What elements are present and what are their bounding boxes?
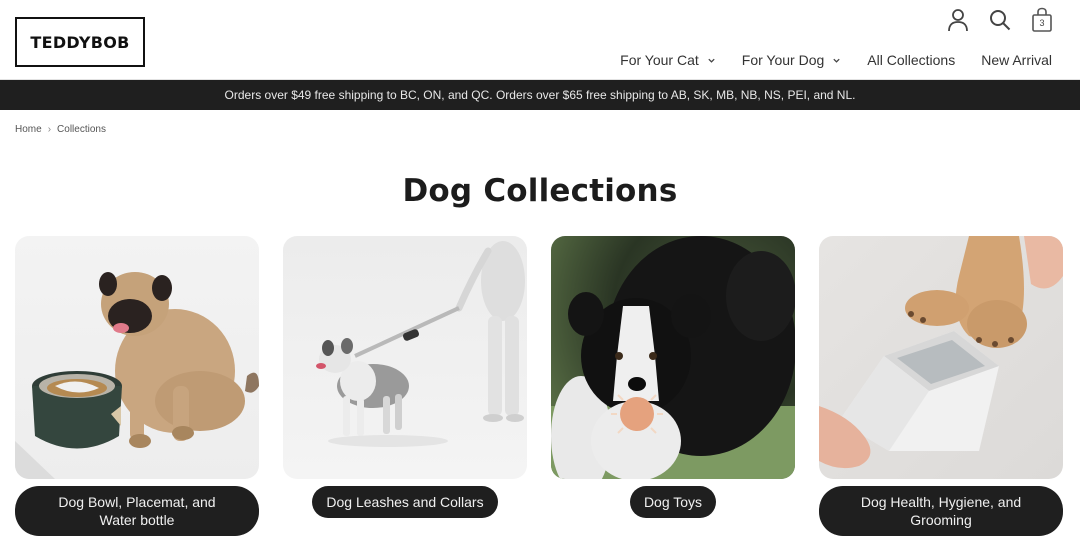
nav-all-collections[interactable]: All Collections — [867, 52, 955, 68]
cart-count-badge: 3 — [1039, 18, 1045, 28]
search-icon[interactable] — [988, 7, 1012, 33]
breadcrumb-home[interactable]: Home — [15, 124, 42, 135]
page-title: Dog Collections — [402, 173, 678, 209]
collection-card[interactable]: Dog Bowl, Placemat, and Water bottle — [15, 236, 259, 536]
collection-card[interactable]: Dog Leashes and Collars — [283, 236, 527, 536]
announcement-text: Orders over $49 free shipping to BC, ON,… — [224, 88, 856, 102]
chevron-down-icon — [833, 58, 840, 63]
announcement-bar: Orders over $49 free shipping to BC, ON,… — [0, 80, 1080, 110]
cart-icon[interactable]: 3 — [1030, 7, 1054, 33]
nav-label: All Collections — [867, 52, 956, 68]
collection-image-health[interactable] — [819, 236, 1063, 479]
site-header: TEDDYBOB 3 For Your Cat For Your Dog All… — [0, 0, 1080, 80]
breadcrumb-current: Collections — [57, 124, 106, 135]
collection-label[interactable]: Dog Bowl, Placemat, and Water bottle — [15, 486, 259, 536]
header-icons: 3 — [946, 7, 1054, 33]
nav-new-arrival[interactable]: New Arrival — [981, 52, 1052, 68]
collection-label[interactable]: Dog Leashes and Collars — [312, 486, 498, 518]
collection-label[interactable]: Dog Toys — [629, 486, 717, 518]
collection-card[interactable]: Dog Toys — [551, 236, 795, 536]
collection-image-bowl[interactable] — [15, 236, 259, 479]
collection-image-leash[interactable] — [283, 236, 527, 479]
main-nav: For Your Cat For Your Dog All Collection… — [620, 52, 1052, 68]
breadcrumb: Home › Collections — [15, 124, 106, 135]
collection-card[interactable]: Dog Health, Hygiene, and Grooming — [819, 236, 1063, 536]
brand-logo[interactable]: TEDDYBOB — [15, 17, 145, 67]
chevron-down-icon — [708, 58, 715, 63]
account-icon[interactable] — [946, 7, 970, 33]
collection-image-toys[interactable] — [551, 236, 795, 479]
nav-for-your-dog[interactable]: For Your Dog — [742, 52, 842, 68]
nav-label: For Your Dog — [741, 52, 825, 68]
collection-label[interactable]: Dog Health, Hygiene, and Grooming — [819, 486, 1063, 536]
breadcrumb-separator-icon: › — [47, 124, 52, 135]
nav-label: New Arrival — [981, 52, 1052, 68]
nav-for-your-cat[interactable]: For Your Cat — [620, 52, 716, 68]
nav-label: For Your Cat — [620, 52, 699, 68]
collection-grid: Dog Bowl, Placemat, and Water bottle Dog… — [15, 236, 1065, 536]
